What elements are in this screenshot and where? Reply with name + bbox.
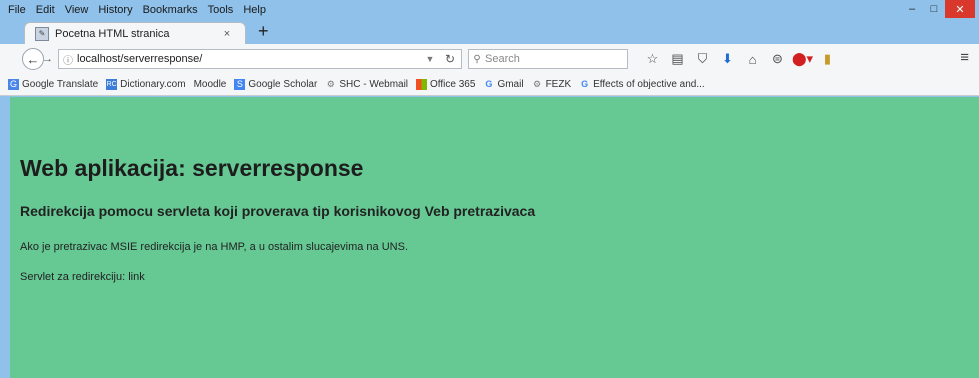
new-tab-button[interactable]: + [258,21,269,42]
page-content: Web aplikacija: serverresponse Redirekci… [10,97,979,378]
google-scholar-icon: S [234,79,246,90]
search-bar[interactable]: ⚲ Search [468,49,628,69]
url-dropdown-icon[interactable]: ▼ [421,54,439,64]
google-translate-icon: G [8,79,19,90]
sync-icon[interactable]: ⊜ [765,51,790,67]
menu-bar: File Edit View History Bookmarks Tools H… [0,0,979,20]
menu-help[interactable]: Help [238,4,271,16]
bookmark-item[interactable]: Moodle [194,79,227,90]
extension-icon[interactable]: ⬤▾ [790,51,815,67]
url-bar[interactable]: ⓘ localhost/serverresponse/ ▼ ↻ [58,49,462,69]
bookmark-item[interactable]: S Google Scholar [234,79,317,90]
menu-file[interactable]: File [0,4,31,16]
site-info-icon[interactable]: ⓘ [59,52,77,67]
dictionary-icon: RC [106,79,118,90]
bookmark-item[interactable]: ⚙ SHC - Webmail [325,79,408,90]
description-text: Ako je pretrazivac MSIE redirekcija je n… [20,241,409,253]
close-window-button[interactable]: ✕ [945,0,975,18]
tab-strip: ✎ Pocetna HTML stranica × + [0,20,979,44]
gear-icon: ⚙ [326,79,335,89]
bookmarks-toolbar: G Google Translate RC Dictionary.com Moodl… [0,74,979,96]
search-input[interactable]: Search [485,53,520,65]
reload-icon[interactable]: ↻ [439,52,461,66]
tab-active[interactable]: ✎ Pocetna HTML stranica × [24,22,246,44]
download-icon[interactable]: ⬇ [715,51,740,67]
toolbar-icons: ☆ ▤ ⛉ ⬇ ⌂ ⊜ ⬤▾ ▮ [640,49,840,69]
menu-view[interactable]: View [60,4,94,16]
minimize-button[interactable]: – [901,0,923,18]
google-icon: G [485,79,493,89]
menu-tools[interactable]: Tools [203,4,239,16]
bookmark-item[interactable]: Office 365 [416,79,475,90]
window-controls: – □ ✕ [901,0,975,20]
menu-edit[interactable]: Edit [31,4,60,16]
gear-icon: ⚙ [533,79,542,89]
reading-list-icon[interactable]: ▤ [665,51,690,67]
search-icon: ⚲ [473,53,481,65]
page-subtitle: Redirekcija pomocu servleta koji provera… [20,203,536,219]
window-left-frame [0,97,10,378]
url-input[interactable]: localhost/serverresponse/ [77,53,421,65]
bookmark-item[interactable]: G Effects of objective and... [579,79,705,90]
browser-window: File Edit View History Bookmarks Tools H… [0,0,979,378]
menu-history[interactable]: History [93,4,137,16]
hamburger-menu-icon[interactable]: ≡ [960,49,969,66]
close-tab-icon[interactable]: × [219,28,235,40]
office-icon [416,79,428,90]
bookmark-item[interactable]: G Google Translate [8,79,98,90]
redirect-link-text[interactable]: Servlet za redirekciju: link [20,271,145,283]
bookmark-item[interactable]: ⚙ FEZK [532,79,571,90]
forward-button[interactable]: → [42,51,56,67]
bookmark-item[interactable]: RC Dictionary.com [106,79,186,90]
bookmark-item[interactable]: G Gmail [483,79,523,90]
back-button[interactable]: ← [22,48,44,70]
google-icon: G [581,79,589,89]
pocket-icon[interactable]: ⛉ [690,51,715,67]
tab-title: Pocetna HTML stranica [55,27,170,40]
navigation-bar: ← → ⓘ localhost/serverresponse/ ▼ ↻ ⚲ Se… [0,44,979,74]
menu-bookmarks[interactable]: Bookmarks [138,4,203,16]
page-favicon-icon: ✎ [35,26,49,41]
bookmark-star-icon[interactable]: ☆ [640,51,665,67]
home-icon[interactable]: ⌂ [740,52,765,67]
maximize-button[interactable]: □ [923,0,945,18]
page-title: Web aplikacija: serverresponse [20,155,364,181]
bookmarks-menu-icon[interactable]: ▮ [815,51,840,67]
